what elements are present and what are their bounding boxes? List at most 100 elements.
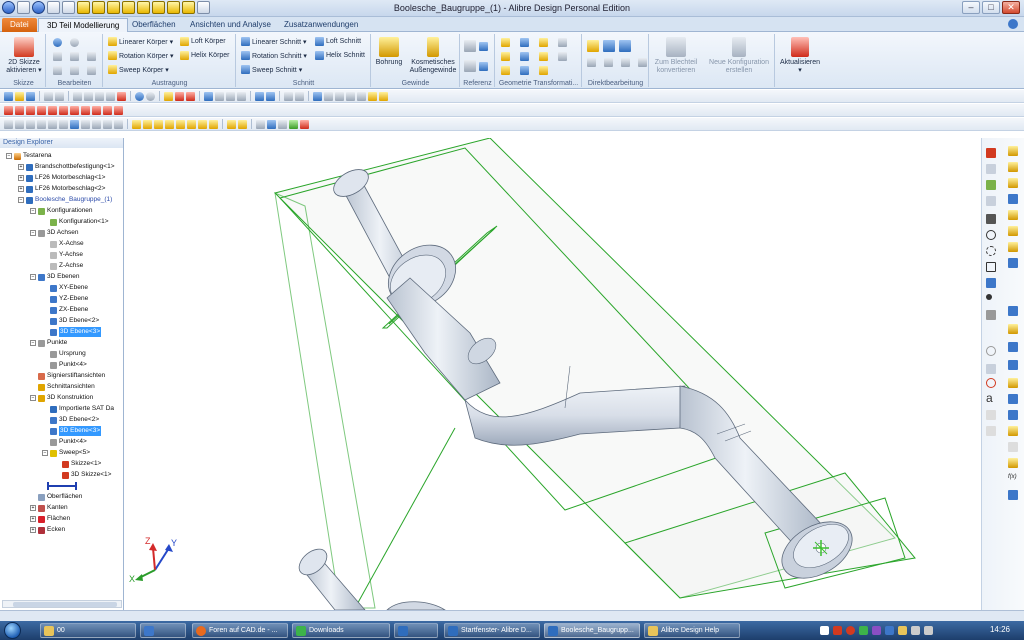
sketch-icon[interactable] xyxy=(70,105,79,115)
taskbar-item-help[interactable]: Alibre Design Help xyxy=(644,623,740,638)
rotate-icon[interactable] xyxy=(186,91,195,101)
info-icon[interactable] xyxy=(146,91,155,101)
view-icon[interactable] xyxy=(37,119,46,129)
cube-icon[interactable] xyxy=(1008,226,1018,236)
dimension-icon[interactable] xyxy=(1008,490,1018,500)
cube-icon[interactable] xyxy=(209,119,218,129)
cube-icon[interactable] xyxy=(1008,324,1018,334)
tree-node[interactable]: Punkt<4> xyxy=(50,437,87,447)
tree-node-selected[interactable]: 3D Ebene<3> xyxy=(50,426,102,436)
edit-icon[interactable] xyxy=(53,38,62,47)
cube-icon[interactable] xyxy=(1008,146,1018,156)
delete-icon[interactable] xyxy=(117,91,126,101)
loft-schnitt-button[interactable]: Loft Schnitt xyxy=(315,37,361,46)
previous-view-icon[interactable] xyxy=(255,91,264,101)
constraint-icon[interactable] xyxy=(986,378,996,388)
cube-icon[interactable] xyxy=(1008,306,1018,316)
tree-node[interactable]: − Sweep<5> xyxy=(42,448,90,458)
cube-icon[interactable] xyxy=(1008,426,1018,436)
paste-icon[interactable] xyxy=(986,426,996,436)
tray-icon[interactable] xyxy=(859,626,868,635)
sketch-icon[interactable] xyxy=(81,105,90,115)
cube-icon[interactable] xyxy=(1008,410,1018,420)
edit-icon[interactable] xyxy=(87,52,96,61)
filter-icon[interactable] xyxy=(256,119,265,129)
tab-zusatzanwendungen[interactable]: Zusatzanwendungen xyxy=(276,18,366,32)
cube-icon[interactable] xyxy=(1008,258,1018,268)
tray-icon[interactable] xyxy=(898,626,907,635)
tree-node[interactable]: Konfiguration<1> xyxy=(50,217,109,227)
maximize-button[interactable]: □ xyxy=(982,1,1000,14)
rotation-schnitt-button[interactable]: Rotation Schnitt ▾ xyxy=(241,51,307,60)
tree-node[interactable]: + LF26 Motorbeschlag<2> xyxy=(18,184,105,194)
delete-icon[interactable] xyxy=(70,52,79,61)
tree-node[interactable]: Punkt<4> xyxy=(50,360,87,370)
helix-koerper-button[interactable]: Helix Körper xyxy=(180,51,230,60)
select-icon[interactable] xyxy=(164,91,173,101)
tree-node[interactable]: + Kanten xyxy=(30,503,68,513)
tree-node[interactable]: Z-Achse xyxy=(50,261,83,271)
filter-icon[interactable] xyxy=(300,119,309,129)
feature-icon[interactable] xyxy=(539,66,548,75)
copy-icon[interactable] xyxy=(53,52,62,61)
cube-icon[interactable] xyxy=(187,119,196,129)
2d-sketch-button[interactable]: 2D Skizze aktivieren ▾ xyxy=(4,37,44,75)
tree-node[interactable]: + Ecken xyxy=(30,525,65,535)
sketch-icon[interactable] xyxy=(114,105,123,115)
bohrung-button[interactable]: Bohrung xyxy=(374,37,404,67)
snap-icon[interactable] xyxy=(238,119,247,129)
circle-tool-icon[interactable] xyxy=(986,230,996,240)
line-icon[interactable] xyxy=(986,180,996,190)
text-tool-icon[interactable]: a xyxy=(986,392,998,405)
offset-icon[interactable] xyxy=(986,310,996,320)
point-icon[interactable] xyxy=(464,60,476,72)
undo-icon[interactable] xyxy=(44,91,53,101)
paste-icon[interactable] xyxy=(53,66,62,75)
cube-icon[interactable] xyxy=(1008,178,1018,188)
tray-icon[interactable] xyxy=(885,626,894,635)
tree-node[interactable]: Skizze<1> xyxy=(62,459,101,469)
face-move-icon[interactable] xyxy=(587,40,599,52)
tree-node[interactable]: Y-Achse xyxy=(50,250,83,260)
edit-icon[interactable] xyxy=(87,66,96,75)
tree-node[interactable]: −3D Achsen xyxy=(30,228,78,238)
tree-node[interactable]: − Boolesche_Baugruppe_(1) xyxy=(18,195,112,205)
taskbar-item-folder[interactable]: 00 xyxy=(40,623,136,638)
tree-node[interactable]: −3D Konstruktion xyxy=(30,393,93,403)
point-tool-icon[interactable] xyxy=(986,294,992,300)
link-icon[interactable] xyxy=(70,66,79,75)
view-icon[interactable] xyxy=(15,119,24,129)
cube-icon[interactable] xyxy=(165,119,174,129)
tray-icon[interactable] xyxy=(846,626,855,635)
tree-node[interactable]: + LF26 Motorbeschlag<1> xyxy=(18,173,105,183)
cube-icon[interactable] xyxy=(1008,162,1018,172)
clock[interactable]: 14:26 xyxy=(990,625,1010,634)
save-icon[interactable] xyxy=(26,91,35,101)
shaded-icon[interactable] xyxy=(284,91,293,101)
sketch-icon[interactable] xyxy=(59,105,68,115)
explorer-hscrollbar[interactable] xyxy=(2,600,122,608)
view-icon[interactable] xyxy=(48,119,57,129)
tree-node[interactable]: − Konfigurationen xyxy=(30,206,93,216)
cube-icon[interactable] xyxy=(1008,242,1018,252)
tree-node[interactable]: Importierte SAT Da xyxy=(50,404,114,414)
tree-node[interactable]: Schnittansichten xyxy=(38,382,95,392)
axis-icon[interactable] xyxy=(986,164,996,174)
tray-icon[interactable] xyxy=(820,626,829,635)
axis-icon[interactable] xyxy=(324,91,333,101)
measure-icon[interactable] xyxy=(368,91,377,101)
tree-node[interactable]: ZX-Ebene xyxy=(50,305,88,315)
remove-icon[interactable] xyxy=(604,58,613,67)
help-icon[interactable] xyxy=(1008,19,1018,29)
tree-node[interactable]: −3D Ebenen xyxy=(30,272,80,282)
arc-tool-icon[interactable] xyxy=(986,246,996,256)
tab-datei[interactable]: Datei xyxy=(2,18,37,32)
close-button[interactable]: ✕ xyxy=(1002,1,1020,14)
mirror-icon[interactable] xyxy=(501,52,510,61)
cube-icon[interactable] xyxy=(132,119,141,129)
linearer-koerper-button[interactable]: Linearer Körper ▾ xyxy=(108,37,173,46)
line-tool-icon[interactable] xyxy=(986,214,996,224)
view-icon[interactable] xyxy=(4,119,13,129)
display-icon[interactable] xyxy=(295,91,304,101)
tree-node[interactable]: YZ-Ebene xyxy=(50,294,88,304)
